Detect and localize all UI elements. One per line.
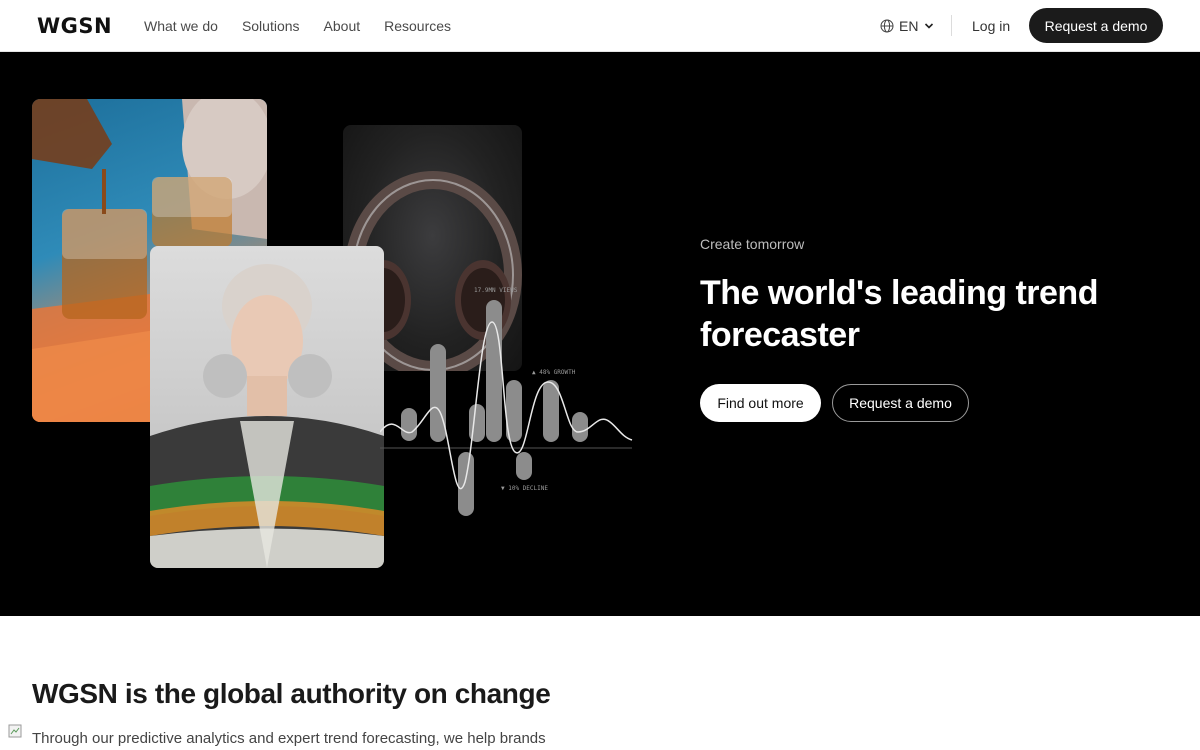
trend-chart-graphic: 17.9MN VIEWS ▲ 48% GROWTH ▼ 10% DECLINE [380,287,633,516]
authority-body: Through our predictive analytics and exp… [32,730,546,747]
hero-headline: The world's leading trend forecaster [700,274,1098,354]
language-label: EN [899,17,919,34]
chevron-down-icon [925,22,934,29]
hero-eyebrow: Create tomorrow [700,236,805,252]
chart-label-decline: ▼ 10% DECLINE [501,485,548,492]
broken-image-icon [8,724,22,738]
chart-label-views: 17.9MN VIEWS [474,287,518,294]
site-header: WGSN What we do Solutions About Resource… [0,0,1200,52]
request-demo-button[interactable]: Request a demo [1029,8,1163,43]
main-nav: What we do Solutions About Resources [144,0,475,51]
wgsn-logo[interactable]: WGSN [37,14,112,38]
login-link[interactable]: Log in [972,0,1010,51]
header-divider [951,15,952,36]
nav-about[interactable]: About [324,18,361,34]
globe-icon [880,19,894,32]
nav-solutions[interactable]: Solutions [242,18,300,34]
nav-resources[interactable]: Resources [384,18,451,34]
language-selector[interactable]: EN [880,0,939,51]
chart-label-growth: ▲ 48% GROWTH [532,369,576,376]
hero-section: 17.9MN VIEWS ▲ 48% GROWTH ▼ 10% DECLINE … [0,52,1200,616]
authority-title: WGSN is the global authority on change [32,678,551,709]
find-out-more-button[interactable]: Find out more [700,384,821,422]
portrait-image [150,246,384,568]
nav-what-we-do[interactable]: What we do [144,18,218,34]
hero-request-demo-button[interactable]: Request a demo [832,384,969,422]
